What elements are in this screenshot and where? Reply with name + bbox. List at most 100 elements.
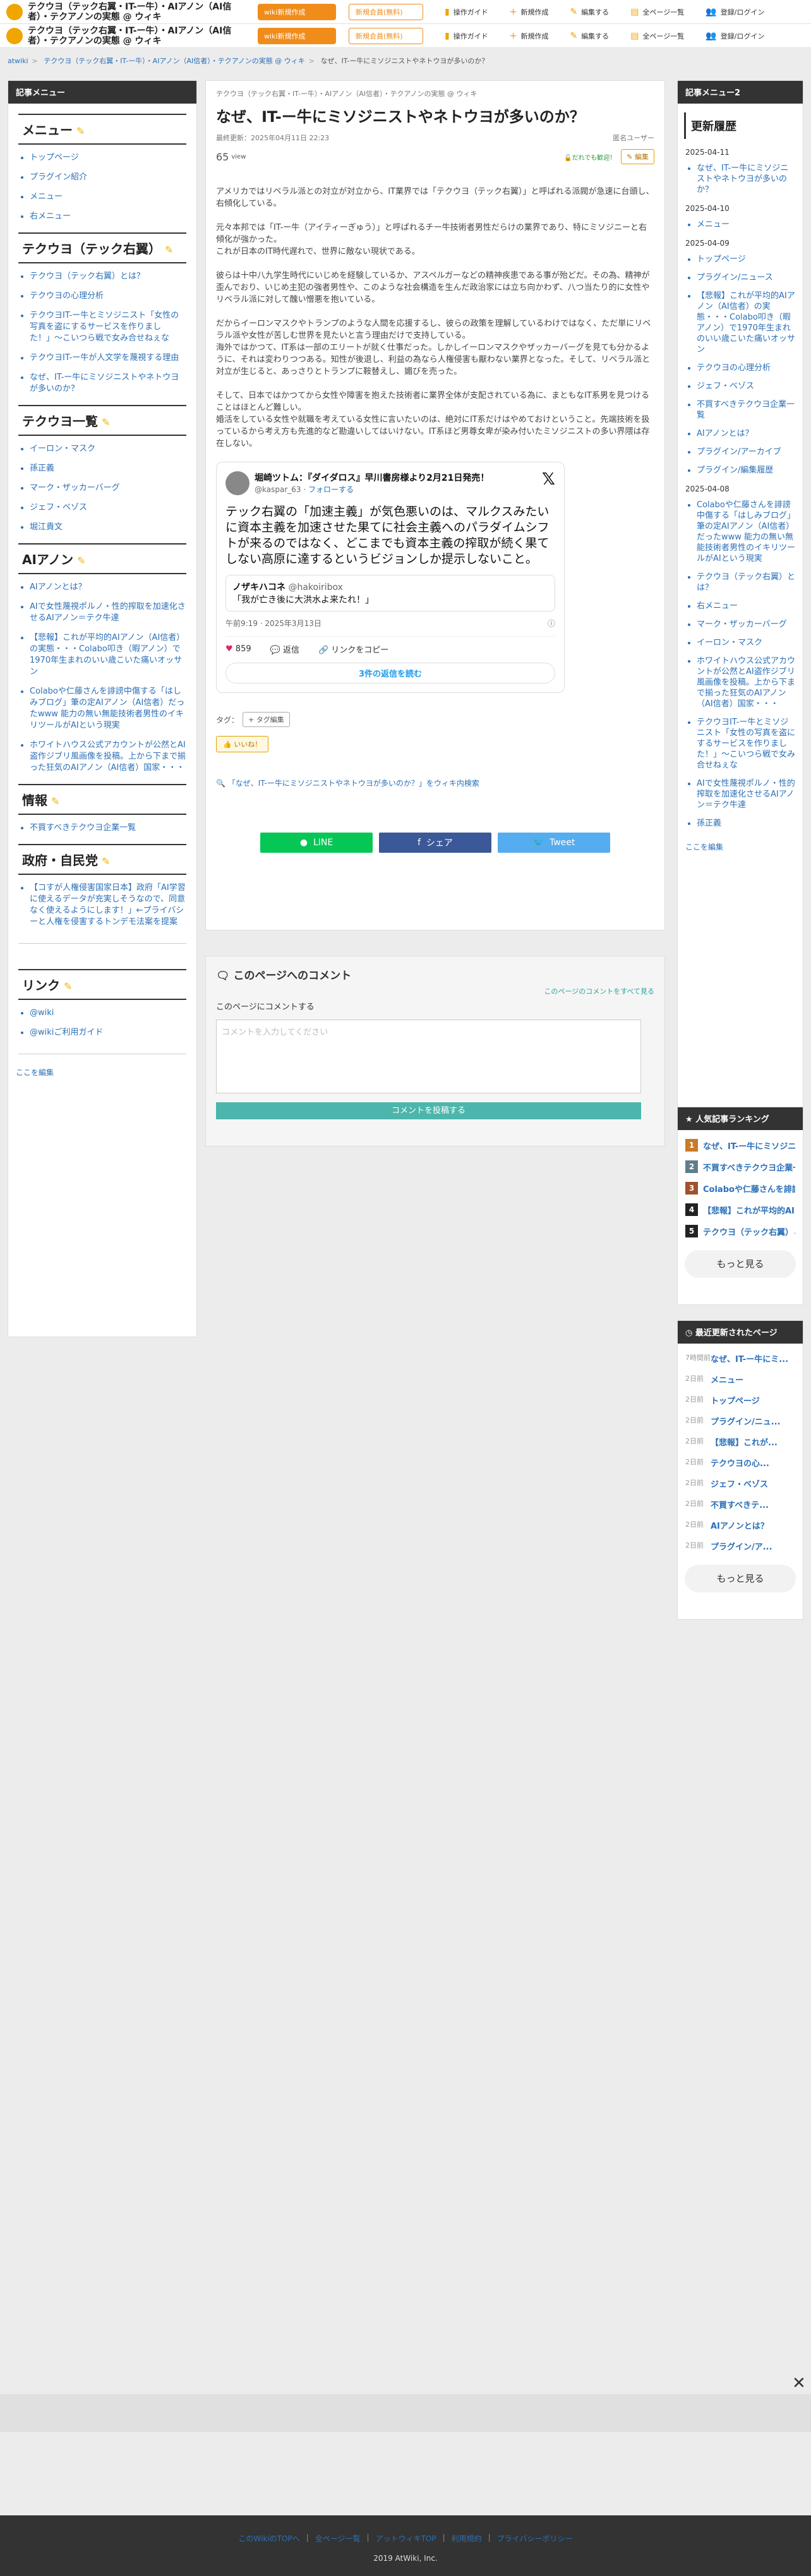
sidebar-item[interactable]: 孫正義 bbox=[30, 463, 186, 474]
nav-all-pages[interactable]: ▤ 全ページ一覧 bbox=[630, 7, 684, 17]
sidebar-item[interactable]: メニュー bbox=[30, 191, 186, 203]
recent-item[interactable]: 2日前 不買すべきテ... bbox=[685, 1498, 795, 1510]
ranking-item[interactable]: 3 Colaboや仁藤さんを誹謗中... bbox=[685, 1182, 795, 1195]
sidebar-item[interactable]: 【悲報】これが平均的AIアノン（AI信者）の実態・・・Colabo叩き（暇アノン… bbox=[30, 632, 186, 678]
recent-item[interactable]: 2日前 プラグイン/ア... bbox=[685, 1540, 795, 1552]
recent-item[interactable]: 2日前 テクウヨの心... bbox=[685, 1457, 795, 1469]
site-title[interactable]: テクウヨ（テック右翼・IT-ー牛）・AIアノン（AI信者）・テクアノンの実態 @… bbox=[28, 26, 243, 46]
history-item[interactable]: プラグイン/アーカイブ bbox=[697, 447, 796, 457]
history-item[interactable]: ジェフ・ベゾス bbox=[697, 381, 796, 392]
recent-item[interactable]: 2日前 プラグイン/ニュ... bbox=[685, 1415, 795, 1427]
ranking-item[interactable]: 2 不買すべきテクウヨ企業一覧 bbox=[685, 1160, 795, 1173]
comment-submit-button[interactable]: コメントを投稿する bbox=[216, 1102, 641, 1119]
history-item[interactable]: テクウヨ（テック右翼）とは？ bbox=[697, 572, 796, 593]
ranking-more-button[interactable]: もっと見る bbox=[685, 1250, 796, 1278]
sidebar-item[interactable]: Colaboや仁藤さんを誹謗中傷する「はしみブログ」筆の定AIアノン（AI信者）… bbox=[30, 686, 186, 731]
footer-link[interactable]: アットウィキTOP bbox=[376, 2533, 436, 2544]
ranking-item[interactable]: 4 【悲報】これが平均的AIアノン... bbox=[685, 1203, 795, 1216]
nav-login[interactable]: 👥 登録/ログイン bbox=[706, 7, 764, 17]
history-item[interactable]: プラグイン/編集履歴 bbox=[697, 465, 796, 476]
sidebar-item[interactable]: テクウヨの心理分析 bbox=[30, 291, 186, 302]
sidebar-item[interactable]: テクウヨIT-ー牛が人文学を蔑視する理由 bbox=[30, 352, 186, 364]
x-logo-icon[interactable]: 𝕏 bbox=[542, 470, 555, 489]
site-logo[interactable] bbox=[6, 27, 23, 44]
wiki-search-link[interactable]: 🔍 「なぜ、IT-ー牛にミソジニストやネトウヨが多いのか？」をウィキ内検索 bbox=[216, 778, 654, 788]
info-icon[interactable]: ⓘ bbox=[548, 618, 555, 629]
history-item[interactable]: テクウヨの心理分析 bbox=[697, 363, 796, 373]
member-register-button[interactable]: 新規会員(無料) bbox=[349, 27, 423, 44]
sidebar-item[interactable]: マーク・ザッカーバーグ bbox=[30, 483, 186, 494]
close-icon[interactable]: ✕ bbox=[792, 2374, 806, 2393]
nav-create[interactable]: + 新規作成 bbox=[510, 7, 549, 17]
breadcrumb-home[interactable]: atwiki bbox=[8, 57, 28, 65]
history-item[interactable]: テクウヨIT-ー牛とミソジニスト「女性の写真を盗にするサービスを作りました！」〜… bbox=[697, 717, 796, 771]
pencil-icon[interactable]: ✎ bbox=[102, 855, 110, 867]
tag-edit-button[interactable]: + タグ編集 bbox=[243, 712, 290, 727]
sidebar-item[interactable]: 【コすが人権侵害国家日本】政府「AI学習に使えるデータが充実しそうなので、同意な… bbox=[30, 882, 186, 928]
sidebar-item[interactable]: 堀江貴文 bbox=[30, 522, 186, 533]
nav-login[interactable]: 👥 登録/ログイン bbox=[706, 31, 764, 41]
sidebar-item[interactable]: AIアノンとは？ bbox=[30, 582, 186, 593]
copy-link-action[interactable]: 🔗 リンクをコピー bbox=[318, 643, 388, 655]
sidebar-item[interactable]: 不買すべきテクウヨ企業一覧 bbox=[30, 822, 186, 834]
recent-item[interactable]: 2日前 【悲報】これが... bbox=[685, 1436, 795, 1448]
pencil-icon[interactable]: ✎ bbox=[102, 416, 110, 428]
sidebar-item[interactable]: 右メニュー bbox=[30, 211, 186, 222]
history-item[interactable]: なぜ、IT-ー牛にミソジニストやネトウヨが多いのか？ bbox=[697, 163, 796, 195]
read-replies-button[interactable]: 3件の返信を読む bbox=[225, 663, 555, 683]
nav-create[interactable]: + 新規作成 bbox=[510, 31, 549, 41]
sidebar-item[interactable]: テクウヨ（テック右翼）とは？ bbox=[30, 271, 186, 282]
sidebar-item[interactable]: テクウヨIT-ー牛とミソジニスト「女性の写真を盗にするサービスを作りました！」〜… bbox=[30, 310, 186, 344]
footer-link[interactable]: プライバシーポリシー bbox=[497, 2533, 573, 2544]
footer-link[interactable]: 全ページ一覧 bbox=[315, 2533, 361, 2544]
like-button[interactable]: 👍 いいね！ bbox=[216, 736, 269, 752]
like-action[interactable]: ♥ 859 bbox=[225, 644, 251, 654]
wiki-create-button[interactable]: wiki新規作成 bbox=[258, 3, 336, 20]
footer-link[interactable]: このWikiのTOPへ bbox=[239, 2533, 300, 2544]
all-comments-link[interactable]: このページのコメントをすべて見る bbox=[216, 986, 654, 996]
sidebar-item[interactable]: プラグイン紹介 bbox=[30, 172, 186, 183]
history-item[interactable]: AIアノンとは？ bbox=[697, 428, 796, 439]
sidebar-item[interactable]: @wikiご利用ガイド bbox=[30, 1027, 186, 1038]
author[interactable]: 匿名ユーザー bbox=[613, 133, 654, 143]
breadcrumb-site[interactable]: テクウヨ（テック右翼・IT-ー牛）・AIアノン（AI信者）・テクアノンの実態 @… bbox=[44, 57, 304, 65]
sidebar-item[interactable]: なぜ、IT-ー牛にミソジニストやネトウヨが多いのか？ bbox=[30, 372, 186, 395]
history-item[interactable]: 【悲報】これが平均的AIアノン（AI信者）の実態・・・Colabo叩き（暇アノン… bbox=[697, 291, 796, 355]
edit-right-menu-link[interactable]: ここを編集 bbox=[685, 841, 803, 852]
member-register-button[interactable]: 新規会員(無料) bbox=[349, 3, 423, 20]
recent-item[interactable]: 2日前 メニュー bbox=[685, 1373, 795, 1385]
pencil-icon[interactable]: ✎ bbox=[64, 980, 72, 992]
lock-status[interactable]: 🔓だれでも歓迎！ bbox=[564, 152, 616, 162]
edit-left-menu-link[interactable]: ここを編集 bbox=[16, 1067, 196, 1078]
nav-guide[interactable]: ▮ 操作ガイド bbox=[445, 31, 488, 41]
recent-item[interactable]: 2日前 ジェフ・ベゾス bbox=[685, 1478, 795, 1490]
nav-edit[interactable]: ✎ 編集する bbox=[570, 7, 609, 17]
pencil-icon[interactable]: ✎ bbox=[77, 555, 85, 567]
history-item[interactable]: 右メニュー bbox=[697, 601, 796, 611]
facebook-share-button[interactable]: f シェア bbox=[379, 833, 491, 853]
site-logo[interactable] bbox=[6, 3, 23, 20]
sidebar-item[interactable]: イーロン・マスク bbox=[30, 443, 186, 455]
sidebar-item[interactable]: @wiki bbox=[30, 1008, 186, 1019]
tweet-author-name[interactable]: 堀崎ツトム：『ダイダロス』早川書房様より2月21日発売！ bbox=[225, 471, 555, 484]
follow-link[interactable]: フォローする bbox=[308, 485, 354, 494]
ranking-item[interactable]: 5 テクウヨ（テック右翼）とは？ bbox=[685, 1225, 795, 1237]
tweet-share-button[interactable]: 🐦 Tweet bbox=[498, 833, 610, 853]
history-item[interactable]: トップページ bbox=[697, 254, 796, 265]
reply-action[interactable]: 💬 返信 bbox=[270, 643, 299, 655]
history-item[interactable]: ホワイトハウス公式アカウントが公然とAI盗作ジブリ風画像を投稿。上から下まで揃っ… bbox=[697, 656, 796, 709]
history-item[interactable]: プラグイン/ニュース bbox=[697, 272, 796, 283]
history-item[interactable]: メニュー bbox=[697, 219, 796, 230]
pencil-icon[interactable]: ✎ bbox=[76, 125, 85, 137]
sidebar-item[interactable]: ホワイトハウス公式アカウントが公然とAI盗作ジブリ風画像を投稿。上から下まで揃っ… bbox=[30, 740, 186, 774]
sidebar-item[interactable]: トップページ bbox=[30, 152, 186, 164]
recent-item[interactable]: 7時間前 なぜ、IT-ー牛にミ... bbox=[685, 1352, 795, 1364]
history-item[interactable]: AIで女性蔑視ポルノ・性的搾取を加速化させるAIアノン＝テク牛達 bbox=[697, 778, 796, 810]
ranking-item[interactable]: 1 なぜ、IT-ー牛にミソジニスト... bbox=[685, 1139, 795, 1152]
wiki-create-button[interactable]: wiki新規作成 bbox=[258, 27, 336, 44]
edit-button[interactable]: ✎ 編集 bbox=[621, 149, 654, 164]
site-title[interactable]: テクウヨ（テック右翼・IT-ー牛）・AIアノン（AI信者）・テクアノンの実態 @… bbox=[28, 2, 243, 22]
tweet-time[interactable]: 午前9:19 · 2025年3月13日 bbox=[225, 618, 321, 629]
nav-all-pages[interactable]: ▤ 全ページ一覧 bbox=[630, 31, 684, 41]
nav-guide[interactable]: ▮ 操作ガイド bbox=[445, 7, 488, 17]
